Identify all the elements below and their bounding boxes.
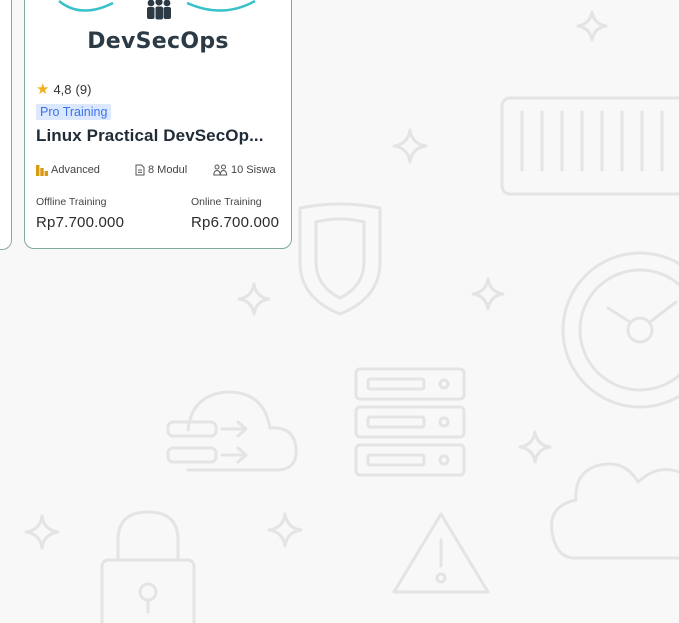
sparkle-icon: [237, 282, 271, 316]
course-card[interactable]: DevSecOps ★ 4,8 (9) Pro Training Linux P…: [24, 0, 292, 249]
devsecops-ring-right: [186, 0, 256, 12]
course-level-label: Advanced: [51, 164, 100, 176]
course-brand-logo: DevSecOps: [87, 29, 229, 54]
users-icon: [213, 164, 228, 176]
previous-course-card-edge[interactable]: [0, 0, 12, 250]
sparkle-icon: [576, 10, 608, 42]
course-rating: ★ 4,8 (9): [36, 82, 91, 97]
online-price-label: Online Training: [191, 196, 262, 208]
course-students: 10 Siswa: [213, 164, 276, 176]
sparkle-icon: [24, 514, 60, 550]
course-level: Advanced: [36, 164, 100, 176]
devsecops-ring-left: [58, 0, 114, 12]
course-title[interactable]: Linux Practical DevSecOp...: [36, 126, 264, 146]
course-modules-label: 8 Modul: [148, 164, 188, 176]
cloud-icon: [550, 462, 679, 560]
offline-price: Rp7.700.000: [36, 214, 125, 231]
rating-count: (9): [75, 82, 92, 97]
level-bars-icon: [36, 164, 48, 176]
lock-icon: [116, 510, 180, 562]
course-modules: 8 Modul: [135, 164, 187, 176]
sparkle-icon: [518, 430, 552, 464]
rating-value: 4,8: [53, 82, 72, 97]
sparkle-icon: [471, 277, 505, 311]
sparkle-icon: [392, 128, 428, 164]
team-icon: [147, 0, 171, 20]
course-type-badge: Pro Training: [36, 104, 112, 120]
star-icon: ★: [36, 81, 50, 98]
course-students-label: 10 Siswa: [231, 164, 276, 176]
container-icon: [500, 96, 679, 196]
online-price: Rp6.700.000: [191, 214, 280, 231]
offline-price-label: Offline Training: [36, 196, 107, 208]
document-icon: [135, 164, 145, 176]
sparkle-icon: [267, 512, 303, 548]
